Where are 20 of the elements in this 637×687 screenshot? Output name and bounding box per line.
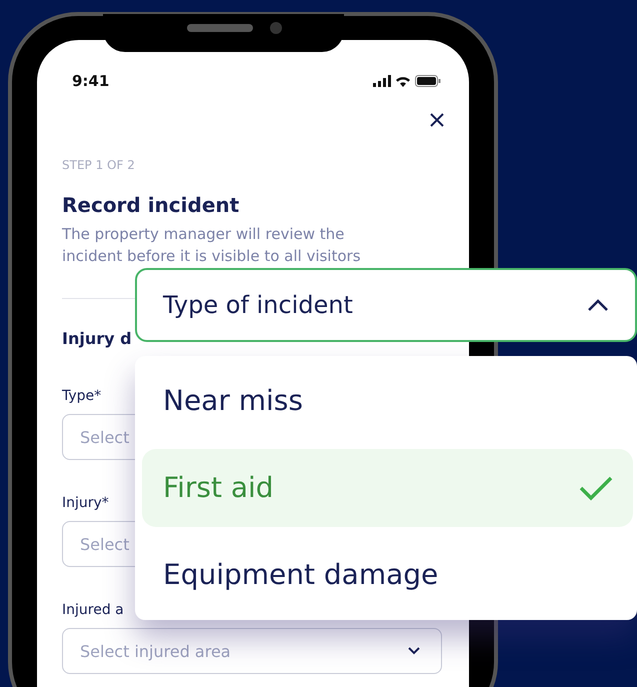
field-label: Injury* [62, 494, 109, 512]
form-title: Record incident [62, 193, 240, 217]
chevron-down-icon [408, 647, 420, 655]
section-heading: Injury d [62, 328, 132, 350]
field-label: Injured a [62, 601, 124, 619]
wifi-icon [395, 75, 411, 87]
dropdown-option[interactable]: Near miss [142, 362, 633, 441]
dropdown-option[interactable]: First aid [142, 448, 633, 528]
close-icon[interactable] [430, 113, 444, 127]
step-indicator: STEP 1 OF 2 [62, 157, 136, 174]
check-icon [579, 475, 613, 501]
form-description: The property manager will review the incident before it is visible to all visitors [62, 224, 362, 267]
battery-icon [415, 75, 441, 87]
select-field[interactable]: Select injured area [62, 628, 442, 674]
signal-icon [373, 75, 391, 87]
status-time: 9:41 [72, 70, 110, 92]
dropdown-field[interactable]: Type of incident [135, 268, 637, 342]
field-label: Type* [62, 387, 102, 405]
dropdown-label: Type of incident [163, 290, 353, 321]
dropdown-option[interactable]: Equipment damage [142, 535, 633, 614]
